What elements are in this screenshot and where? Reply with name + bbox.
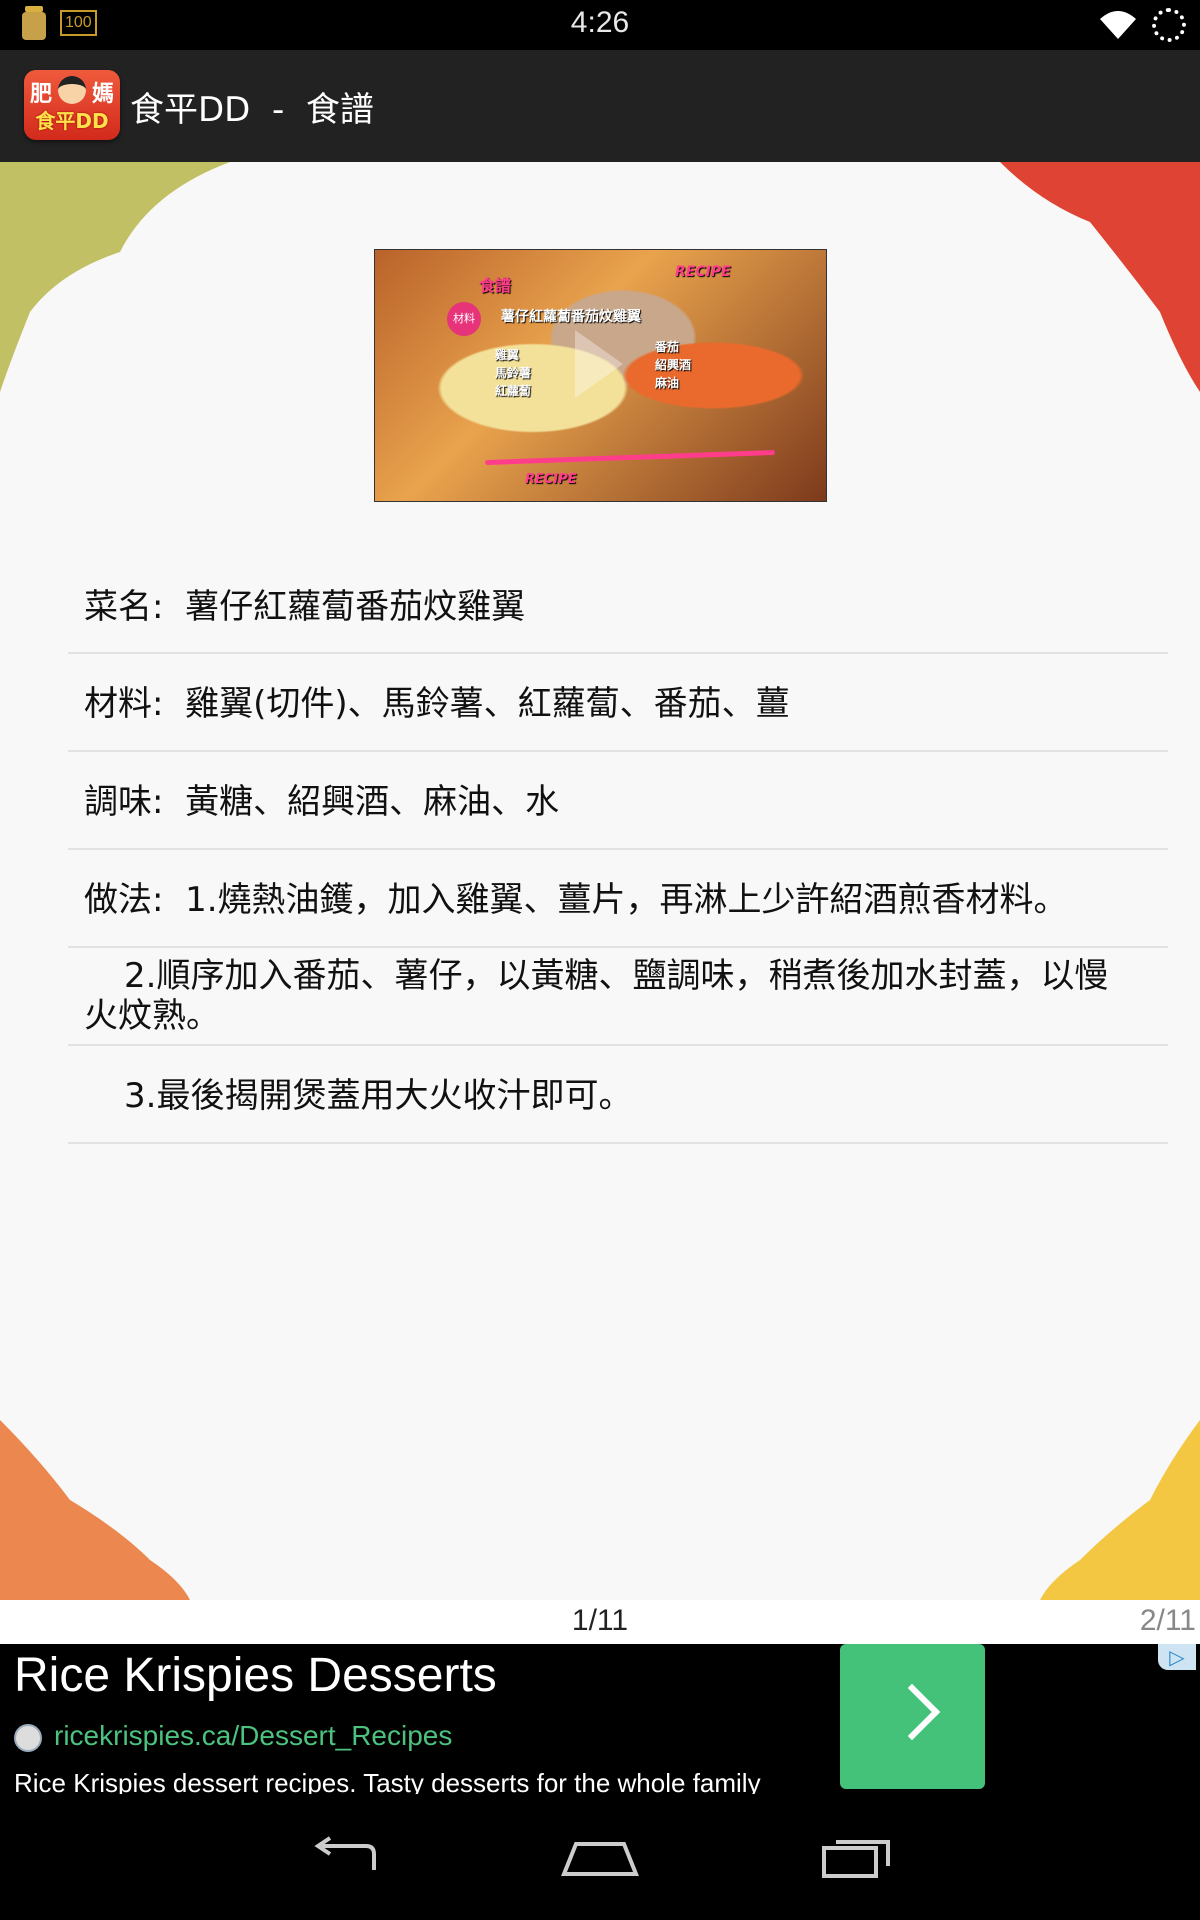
list-item: 3.最後揭開煲蓋用大火收汁即可。: [68, 1046, 1168, 1144]
list-item: 材料: 雞翼(切件)、馬鈴薯、紅蘿蔔、番茄、薑: [68, 654, 1168, 752]
corner-decoration-top-left: [0, 162, 230, 392]
logo-text-right: 媽: [91, 82, 114, 107]
chevron-right-icon: [883, 1683, 941, 1741]
next-page-label[interactable]: 2/11: [1140, 1604, 1196, 1638]
video-ingredient-right-2: 紹興酒: [655, 358, 692, 372]
loading-spinner-icon: [1152, 8, 1186, 42]
method-step-2-text: 2.順序加入番茄、薯仔，以黃糖、鹽調味，稍煮後加水封蓋，以慢火炆熟。: [84, 956, 1109, 1036]
ad-url[interactable]: ricekrispies.ca/Dessert_Recipes: [54, 1720, 452, 1752]
video-dish-title: 薯仔紅蘿蔔番茄炆雞翼: [501, 309, 641, 325]
list-item: 調味: 黃糖、紹興酒、麻油、水: [68, 752, 1168, 850]
method-step-3-text: 3.最後揭開煲蓋用大火收汁即可。: [124, 1076, 633, 1116]
mascot-face-icon: [58, 76, 86, 104]
current-page-label: 1/11: [571, 1604, 629, 1637]
recipe-details-list: 菜名: 薯仔紅蘿蔔番茄炆雞翼 材料: 雞翼(切件)、馬鈴薯、紅蘿蔔、番茄、薑 調…: [68, 557, 1168, 1144]
list-item: 菜名: 薯仔紅蘿蔔番茄炆雞翼: [68, 557, 1168, 654]
corner-decoration-bottom-left: [0, 1420, 190, 1600]
list-item: 做法: 1.燒熱油鑊，加入雞翼、薑片，再淋上少許紹酒煎香材料。: [68, 850, 1168, 948]
recent-apps-icon[interactable]: [820, 1834, 892, 1878]
video-title-label: 食譜: [479, 276, 512, 295]
status-bar: 100 4:26: [0, 0, 1200, 50]
video-ingredient-left-3: 紅蘿蔔: [495, 384, 532, 398]
recipe-video-thumbnail[interactable]: 食譜 RECIPE 材料 薯仔紅蘿蔔番茄炆雞翼 雞翼 馬鈴薯 紅蘿蔔 番茄 紹興…: [374, 249, 827, 502]
ad-open-button[interactable]: [840, 1644, 985, 1789]
home-icon[interactable]: [560, 1834, 640, 1878]
corner-decoration-bottom-right: [1040, 1420, 1200, 1600]
logo-text-bottom: 食平DD: [35, 109, 109, 133]
video-decorative-bar: [485, 449, 775, 466]
list-item: 2.順序加入番茄、薯仔，以黃糖、鹽調味，稍煮後加水封蓋，以慢火炆熟。: [68, 948, 1168, 1046]
play-icon[interactable]: [575, 330, 623, 398]
app-logo[interactable]: 肥 媽 食平DD: [24, 70, 120, 140]
clock: 4:26: [570, 6, 630, 39]
corner-decoration-top-right: [1000, 162, 1200, 392]
video-ingredients-badge: 材料: [447, 302, 481, 336]
system-navigation-bar: [0, 1794, 1200, 1920]
adchoices-icon[interactable]: ▷: [1158, 1644, 1196, 1670]
ingredients-text: 材料: 雞翼(切件)、馬鈴薯、紅蘿蔔、番茄、薑: [84, 684, 790, 724]
wifi-icon: [1100, 11, 1136, 39]
video-ingredient-right-1: 番茄: [655, 340, 680, 354]
method-step-1-text: 做法: 1.燒熱油鑊，加入雞翼、薑片，再淋上少許紹酒煎香材料。: [84, 880, 1068, 920]
video-ingredient-left-1: 雞翼: [495, 348, 520, 362]
action-bar: 肥 媽 食平DD 食平DD - 食譜: [0, 50, 1200, 162]
ad-banner[interactable]: Rice Krispies Desserts ricekrispies.ca/D…: [0, 1644, 1200, 1798]
globe-icon: [14, 1724, 42, 1752]
video-recipe-label: RECIPE: [675, 264, 731, 280]
video-ingredient-left-2: 馬鈴薯: [495, 366, 532, 380]
video-ingredient-right-3: 麻油: [655, 376, 680, 390]
page-indicator: 1/11 2/11: [0, 1600, 1200, 1644]
video-footer-label: RECIPE: [525, 472, 577, 487]
seasoning-text: 調味: 黃糖、紹興酒、麻油、水: [84, 782, 560, 822]
app-title: 食平DD - 食譜: [130, 90, 374, 130]
dish-name-text: 菜名: 薯仔紅蘿蔔番茄炆雞翼: [84, 587, 526, 627]
logo-text-left: 肥: [30, 82, 53, 107]
back-icon[interactable]: [310, 1836, 380, 1876]
ad-title[interactable]: Rice Krispies Desserts: [14, 1648, 497, 1703]
status-right-icons: [1098, 8, 1186, 42]
recipe-page[interactable]: 食譜 RECIPE 材料 薯仔紅蘿蔔番茄炆雞翼 雞翼 馬鈴薯 紅蘿蔔 番茄 紹興…: [0, 162, 1200, 1600]
